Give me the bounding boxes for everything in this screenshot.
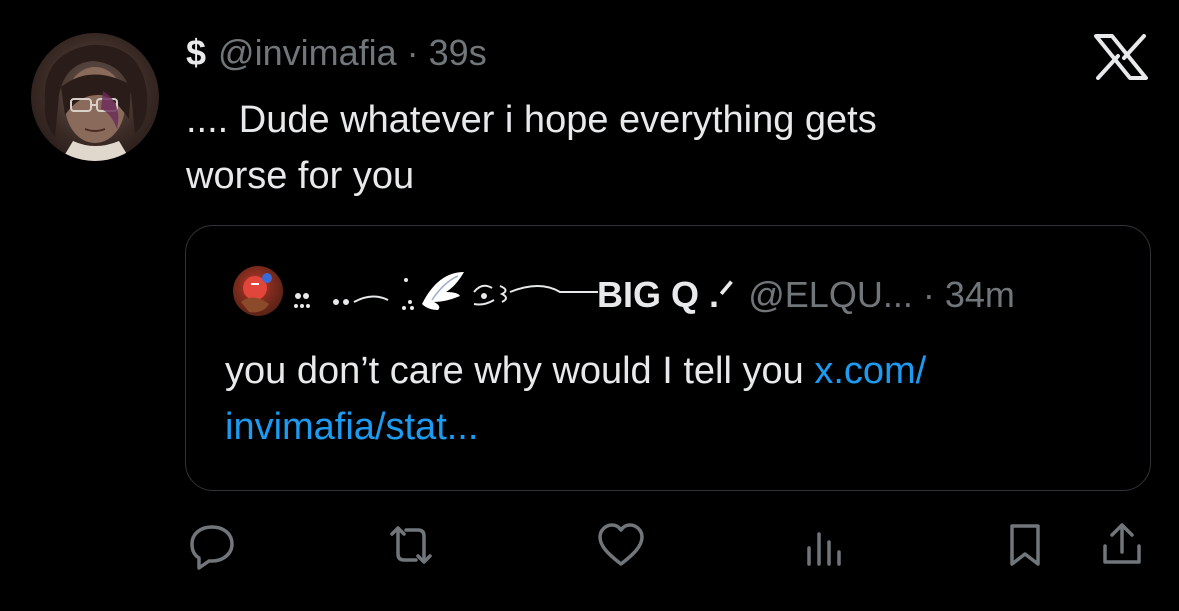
quoted-author-avatar[interactable] <box>233 266 283 316</box>
quoted-header-separator: · <box>922 274 935 315</box>
reply-button[interactable] <box>187 520 237 570</box>
quoted-tweet-timestamp[interactable]: 34m <box>945 274 1015 315</box>
quoted-author-handle[interactable]: @ELQU... <box>748 274 913 315</box>
reply-icon <box>190 525 234 570</box>
quoted-tweet-body: you don’t care why would I tell you x.co… <box>225 343 1125 455</box>
tweet-text-line: .... Dude whatever i hope everything get… <box>186 99 877 141</box>
x-logo-glyph-icon <box>1094 34 1148 80</box>
views-icon <box>807 532 841 566</box>
heart-icon <box>598 523 644 566</box>
share-button[interactable] <box>1097 520 1147 570</box>
quoted-link[interactable]: x.com/ <box>814 350 926 392</box>
author-display-name[interactable]: $ <box>186 32 206 73</box>
bookmark-button[interactable] <box>1000 520 1050 570</box>
author-avatar[interactable] <box>31 33 159 161</box>
tweet-body: .... Dude whatever i hope everything get… <box>186 92 1086 204</box>
author-handle[interactable]: @invimafia <box>218 32 397 73</box>
quoted-avatar-illustration-icon <box>241 273 272 313</box>
quoted-text-line: you don’t care why would I tell you x.co… <box>225 343 1125 399</box>
bookmark-icon <box>1010 524 1040 566</box>
avatar-illustration-icon <box>44 44 148 161</box>
views-button[interactable] <box>800 520 850 570</box>
quoted-link-continued[interactable]: invimafia/stat... <box>225 406 478 448</box>
retweet-icon <box>390 526 432 564</box>
tweet-header: $ @invimafia · 39s <box>186 32 487 74</box>
tweet-timestamp[interactable]: 39s <box>429 32 487 73</box>
share-icon <box>1103 523 1141 564</box>
quoted-text: you don’t care why would I tell you <box>225 350 815 392</box>
tweet-text-line: worse for you <box>186 155 415 197</box>
x-logo-icon[interactable] <box>1092 34 1150 80</box>
retweet-button[interactable] <box>386 520 436 570</box>
quoted-author-display-name[interactable]: BIG Q .ᐟ <box>597 274 734 315</box>
like-button[interactable] <box>596 520 646 570</box>
display-name-decoration-icon <box>294 272 598 310</box>
quoted-text-line: invimafia/stat... <box>225 399 1125 455</box>
header-separator: · <box>406 32 419 73</box>
quoted-tweet-header: BIG Q .ᐟ @ELQU... · 34m <box>597 274 1015 316</box>
quoted-tweet-card[interactable]: BIG Q .ᐟ @ELQU... · 34m you don’t care wh… <box>185 225 1151 491</box>
